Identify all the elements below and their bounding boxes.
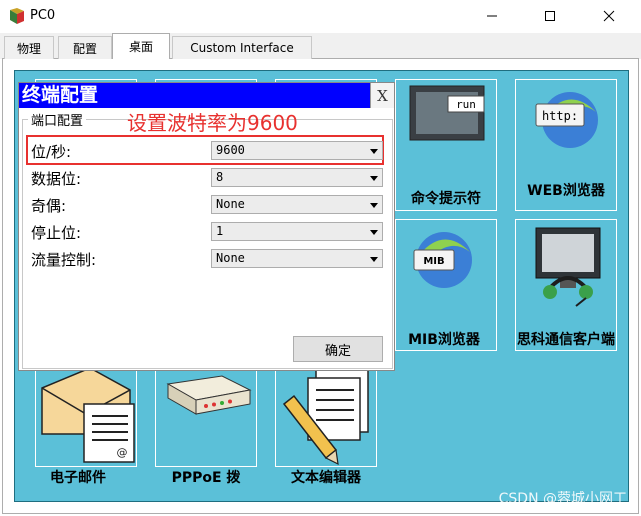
web-browser-tile[interactable]: http: WEB浏览器 [515, 79, 617, 211]
text-editor-tile[interactable]: 文本编辑器 [275, 367, 377, 486]
svg-text:MIB: MIB [423, 256, 444, 267]
close-button[interactable] [586, 0, 632, 32]
window-title: PC0 [30, 8, 56, 23]
window-titlebar: PC0 [0, 0, 641, 33]
mib-browser-label: MIB浏览器 [408, 332, 480, 348]
watermark: CSDN @蓉城小网工 [498, 491, 627, 507]
data-bits-select[interactable]: 8 [211, 168, 383, 187]
tab-custom-interface[interactable]: Custom Interface [172, 36, 312, 59]
packet-tracer-pc-icon [8, 7, 26, 25]
stop-bits-select[interactable]: 1 [211, 222, 383, 241]
tab-desktop[interactable]: 桌面 [112, 33, 170, 59]
chevron-down-icon [370, 230, 378, 235]
stop-bits-value: 1 [216, 224, 224, 238]
document-pencil-icon [282, 369, 369, 466]
parity-value: None [216, 197, 245, 211]
data-bits-value: 8 [216, 170, 224, 184]
chevron-down-icon [370, 203, 378, 208]
pppoe-tile[interactable]: PPPoE 拨 [155, 367, 257, 486]
ok-button[interactable]: 确定 [293, 336, 383, 362]
command-prompt-icon: run [409, 85, 485, 141]
svg-text:http:: http: [542, 109, 578, 123]
baud-rate-select[interactable]: 9600 [211, 141, 383, 160]
chevron-down-icon [370, 176, 378, 181]
dialog-title: 终端配置 [19, 83, 370, 108]
web-browser-label: WEB浏览器 [527, 183, 605, 199]
parity-select[interactable]: None [211, 195, 383, 214]
svg-text:@: @ [117, 446, 128, 459]
stop-bits-label: 停止位: [31, 224, 82, 242]
email-tile[interactable]: @ 电子邮件 [35, 367, 137, 486]
flow-control-select[interactable]: None [211, 249, 383, 268]
parity-label: 奇偶: [31, 197, 67, 215]
email-label: 电子邮件 [50, 470, 106, 486]
minimize-button[interactable] [469, 0, 515, 32]
web-browser-icon: http: [535, 92, 598, 148]
monitor-headset-icon [535, 227, 601, 307]
close-icon [603, 10, 615, 22]
terminal-config-dialog: 终端配置 X 端口配置 设置波特率为9600 位/秒: 9600 数据位: 8 … [18, 82, 395, 371]
mib-browser-icon: MIB [413, 232, 472, 288]
command-prompt-label: 命令提示符 [411, 191, 481, 207]
baud-rate-label: 位/秒: [31, 143, 72, 161]
dialog-close-button[interactable]: X [370, 83, 394, 108]
flow-control-value: None [216, 251, 245, 265]
cisco-ip-communicator-tile[interactable]: 思科通信客户端 [515, 219, 617, 351]
modem-icon [166, 375, 252, 415]
baud-rate-value: 9600 [216, 143, 245, 157]
flow-control-label: 流量控制: [31, 251, 97, 269]
minimize-icon [487, 15, 497, 17]
envelope-letter-icon: @ [41, 368, 135, 463]
maximize-button[interactable] [527, 0, 573, 32]
annotation-text: 设置波特率为9600 [127, 111, 298, 135]
maximize-icon [545, 11, 555, 21]
cisco-ip-communicator-label: 思科通信客户端 [517, 332, 615, 348]
data-bits-label: 数据位: [31, 170, 82, 188]
svg-text:run: run [456, 98, 476, 111]
tab-physical[interactable]: 物理 [4, 36, 54, 59]
pppoe-label: PPPoE 拨 [171, 470, 241, 486]
port-config-group-title: 端口配置 [28, 110, 87, 129]
command-prompt-tile[interactable]: run 命令提示符 [395, 79, 497, 211]
mib-browser-tile[interactable]: MIB MIB浏览器 [395, 219, 497, 351]
tab-config[interactable]: 配置 [58, 36, 112, 59]
chevron-down-icon [370, 149, 378, 154]
text-editor-label: 文本编辑器 [291, 470, 361, 486]
chevron-down-icon [370, 257, 378, 262]
